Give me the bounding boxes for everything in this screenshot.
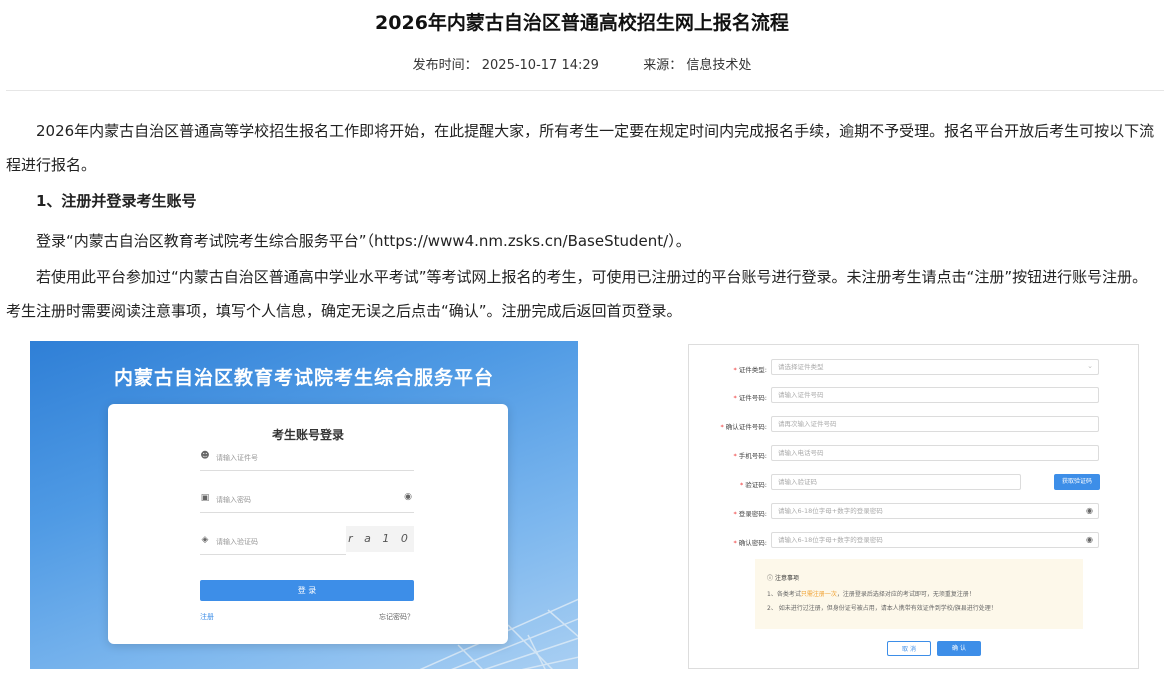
id-type-label: 证件类型: (738, 366, 767, 374)
login-button[interactable]: 登 录 (200, 580, 414, 601)
form-row-id-type: * 证件类型: 请选择证件类型 ⌄ (689, 359, 1138, 377)
intro-paragraph: 2026年内蒙古自治区普通高等学校招生报名工作即将开始，在此提醒大家，所有考生一… (6, 122, 1155, 174)
register-link[interactable]: 注册 (200, 612, 214, 622)
notice-box: ⓘ 注意事项 1、各类考试只需注册一次，注册登录后选择对应的考试即可，无须重复注… (755, 559, 1083, 629)
verify-code-label: 验证码: (745, 481, 767, 489)
id-number-placeholder: 请输入证件号 (216, 454, 258, 462)
platform-title: 内蒙古自治区教育考试院考生综合服务平台 (113, 367, 494, 389)
phone-label: 手机号码: (738, 452, 767, 460)
notice-title: 注意事项 (774, 575, 799, 582)
form-row-verify-code: * 验证码: 请输入验证码 获取验证码 (689, 474, 1138, 492)
captcha-image[interactable]: r a 1 0 (346, 526, 414, 552)
publish-time: 2025-10-17 14:29 (481, 58, 599, 73)
form-row-confirm-password: * 确认密码: 请输入6-18位字母+数字的登录密码 ◉ (689, 532, 1138, 550)
form-row-phone: * 手机号码: 请输入电话号码 (689, 445, 1138, 463)
lock-icon: ▣ (200, 493, 210, 503)
eye-icon[interactable]: ◉ (1086, 533, 1093, 547)
register-paragraph: 若使用此平台参加过“内蒙古自治区普通高中学业水平考试”等考试网上报名的考生，可使… (6, 268, 1148, 320)
login-url-paragraph: 登录“内蒙古自治区教育考试院考生综合服务平台”（https://www4.nm.… (36, 232, 691, 250)
shield-icon: ◈ (201, 535, 209, 545)
article-title: 2026年内蒙古自治区普通高校招生网上报名流程 (375, 12, 789, 34)
user-icon: ☻ (200, 451, 210, 461)
login-card-title: 考生账号登录 (271, 428, 344, 442)
article-meta: 发布时间： 2025-10-17 14:29 来源： 信息技术处 (0, 54, 1164, 73)
source-label: 来源： (643, 58, 683, 73)
eye-icon[interactable]: ◉ (404, 492, 412, 502)
publish-label: 发布时间： (412, 58, 478, 73)
form-row-confirm-id: * 确认证件号码: 请再次输入证件号码 (689, 416, 1138, 434)
captcha-placeholder: 请输入验证码 (216, 538, 258, 546)
section-heading: 1、注册并登录考生账号 (36, 192, 197, 210)
forgot-password-link[interactable]: 忘记密码？ (379, 612, 414, 622)
eye-icon[interactable]: ◉ (1086, 504, 1093, 518)
id-type-select[interactable]: 请选择证件类型 ⌄ (771, 359, 1099, 375)
notice-item-2: 2、 如未进行过注册，但身份证号被占用，请本人携带有效证件到学校/旗县进行处理！ (767, 605, 997, 612)
cancel-button[interactable]: 取 消 (887, 641, 931, 656)
chevron-down-icon: ⌄ (1087, 362, 1093, 370)
login-card: 考生账号登录 ☻ 请输入证件号 ▣ 请输入密码 ◉ ◈ 请输入验证码 r a 1… (108, 404, 508, 644)
source-value: 信息技术处 (686, 58, 752, 73)
id-number-input[interactable]: ☻ 请输入证件号 (200, 448, 414, 471)
get-code-button[interactable]: 获取验证码 (1054, 474, 1100, 490)
phone-field[interactable]: 请输入电话号码 (771, 445, 1099, 461)
notice-item-1: 1、各类考试只需注册一次，注册登录后选择对应的考试即可，无须重复注册！ (767, 591, 975, 598)
password-input[interactable]: ▣ 请输入密码 ◉ (200, 490, 414, 513)
confirm-id-field[interactable]: 请再次输入证件号码 (771, 416, 1099, 432)
form-row-id-number: * 证件号码: 请输入证件号码 (689, 387, 1138, 405)
password-placeholder: 请输入密码 (216, 496, 251, 504)
login-screenshot-image: 内蒙古自治区教育考试院考生综合服务平台 考生账号登录 ☻ 请输入证件号 ▣ 请输… (30, 341, 578, 669)
confirm-button[interactable]: 确 认 (937, 641, 981, 656)
id-number-label: 证件号码: (738, 394, 767, 402)
confirm-password-field[interactable]: 请输入6-18位字母+数字的登录密码 ◉ (771, 532, 1099, 548)
register-screenshot-image: * 证件类型: 请选择证件类型 ⌄ * 证件号码: 请输入证件号码 * 确认证件号… (688, 344, 1139, 669)
password-field[interactable]: 请输入6-18位字母+数字的登录密码 ◉ (771, 503, 1099, 519)
verify-code-field[interactable]: 请输入验证码 (771, 474, 1021, 490)
confirm-password-label: 确认密码: (738, 539, 767, 547)
password-label: 登录密码: (738, 510, 767, 518)
title-divider (6, 90, 1164, 91)
captcha-input[interactable]: ◈ 请输入验证码 (200, 532, 346, 555)
confirm-id-label: 确认证件号码: (725, 423, 767, 431)
info-icon: ⓘ (767, 575, 774, 582)
id-number-field[interactable]: 请输入证件号码 (771, 387, 1099, 403)
form-row-password: * 登录密码: 请输入6-18位字母+数字的登录密码 ◉ (689, 503, 1138, 521)
